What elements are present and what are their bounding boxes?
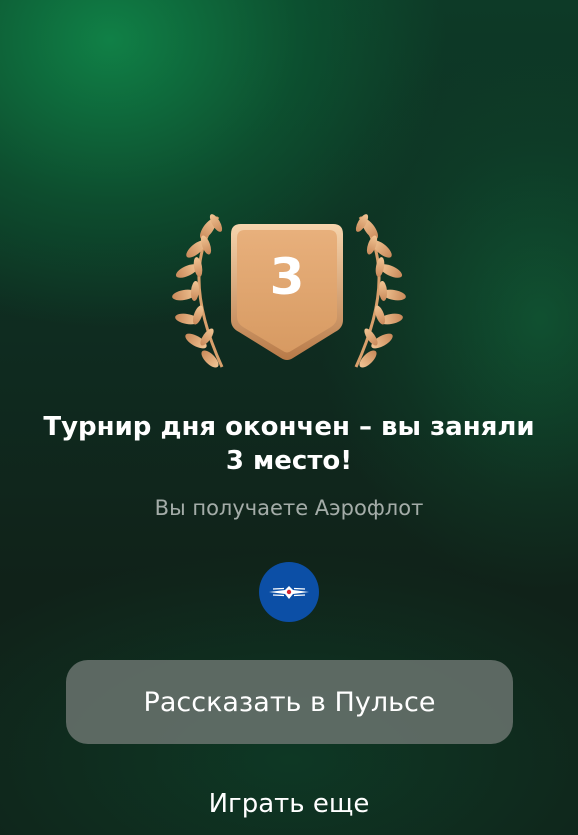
place-badge: 3 xyxy=(160,205,418,375)
laurel-right-icon xyxy=(354,214,406,368)
play-again-button[interactable]: Играть еще xyxy=(140,786,438,822)
share-in-pulse-button[interactable]: Рассказать в Пульсе xyxy=(66,660,513,744)
place-number: 3 xyxy=(269,248,305,306)
tournament-result-screen: 3 Турнир дня окончен – вы заняли 3 место… xyxy=(0,0,578,835)
reward-subtitle: Вы получаете Аэрофлот xyxy=(154,496,424,520)
result-title: Турнир дня окончен – вы заняли 3 место! xyxy=(43,412,535,476)
aeroflot-wings-icon xyxy=(269,586,309,599)
aeroflot-logo-icon xyxy=(259,562,319,622)
laurel-left-icon xyxy=(172,214,224,368)
